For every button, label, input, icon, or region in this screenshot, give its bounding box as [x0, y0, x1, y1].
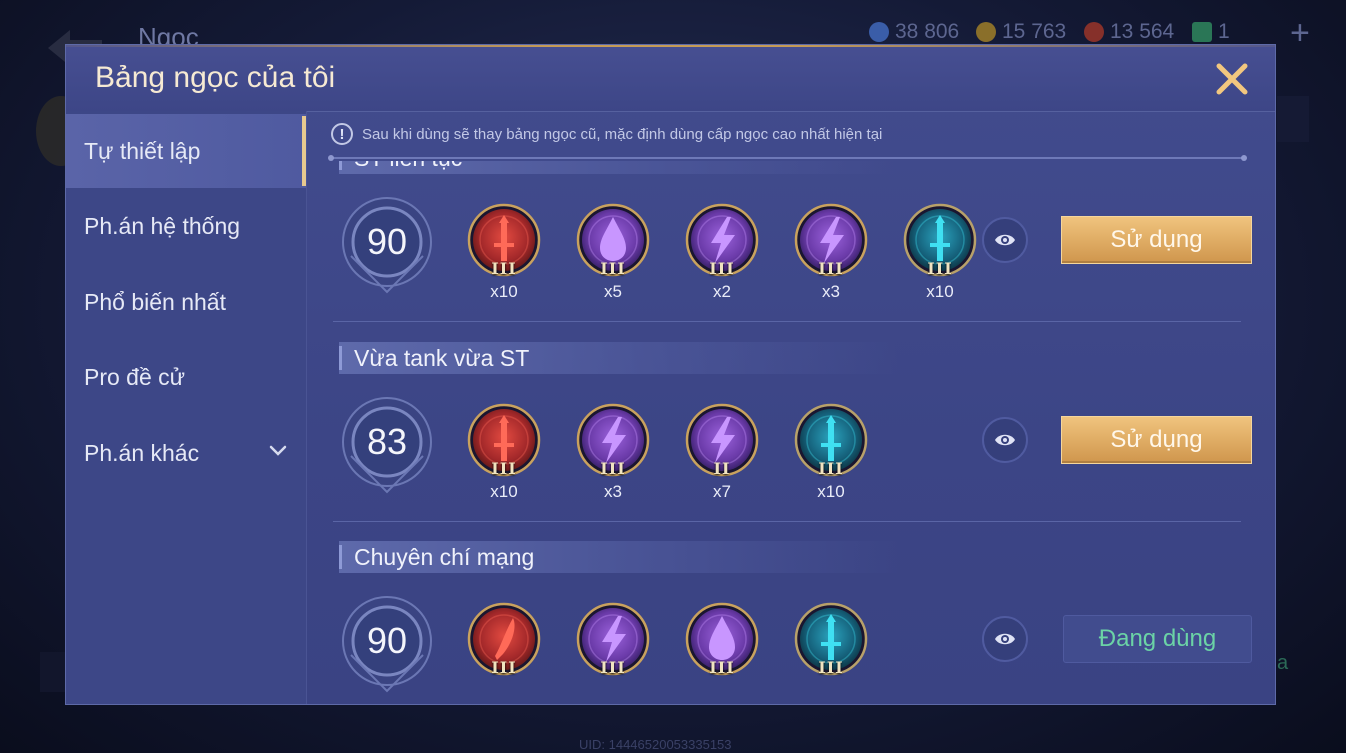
rune-slot: III x2 — [685, 203, 759, 301]
eye-icon — [995, 234, 1015, 246]
rune-tier: III — [600, 658, 626, 677]
rune-slot: III x10 — [794, 403, 868, 501]
rune-page-list[interactable]: ! Sau khi dùng sẽ thay bảng ngọc cũ, mặc… — [307, 111, 1275, 704]
rune-count: x2 — [713, 282, 731, 301]
eye-icon — [995, 633, 1015, 645]
notice-bar: ! Sau khi dùng sẽ thay bảng ngọc cũ, mặc… — [331, 123, 882, 145]
preview-button[interactable] — [982, 616, 1028, 662]
rune-count: x3 — [604, 482, 622, 501]
rune-slot: III — [576, 602, 650, 677]
row-divider — [333, 321, 1241, 322]
preview-button[interactable] — [982, 217, 1028, 263]
rune-slot: II x7 — [685, 403, 759, 501]
close-icon[interactable] — [1214, 61, 1250, 97]
red-gem-icon — [1084, 22, 1104, 42]
rune-slot: III x3 — [576, 403, 650, 501]
sidebar-item-popular[interactable]: Phổ biến nhất — [66, 265, 306, 339]
rune-page-row: Chuyên chí mạng 90 III III III III Đang dùng — [307, 541, 1275, 704]
sidebar-item-other[interactable]: Ph.án khác — [66, 416, 306, 490]
rune-count: x3 — [822, 282, 840, 301]
rune-level-value: 83 — [366, 421, 408, 462]
rune-slot: III x10 — [467, 403, 541, 501]
currency-red-gem: 13 564 — [1084, 20, 1174, 44]
currency-value: 38 806 — [895, 20, 960, 43]
sidebar-item-label: Pro đề cử — [84, 363, 186, 390]
chevron-down-icon — [269, 445, 287, 456]
rune-count: x10 — [926, 282, 954, 301]
rune-slot: III — [685, 602, 759, 677]
gold-coin-icon — [976, 22, 996, 42]
rune-level-badge: 83 — [341, 396, 433, 494]
side-panel-button[interactable] — [1277, 96, 1309, 142]
rune-level-badge: 90 — [341, 196, 433, 294]
rune-count: x7 — [713, 482, 731, 501]
notice-divider — [328, 155, 1247, 161]
sidebar-item-pro[interactable]: Pro đề cử — [66, 340, 306, 414]
use-button[interactable]: Sử dụng — [1061, 416, 1252, 464]
rune-count: x10 — [490, 282, 518, 301]
uid-label: UID: 14446520053335153 — [579, 737, 732, 752]
add-currency-button[interactable]: + — [1290, 14, 1310, 53]
modal-header: Bảng ngọc của tôi — [66, 45, 1275, 112]
rune-page-name: Vừa tank vừa ST — [339, 342, 899, 374]
rune-slot: III x10 — [903, 203, 977, 301]
blue-gem-icon — [869, 22, 889, 42]
rune-slot: III x3 — [794, 203, 868, 301]
notice-text: Sau khi dùng sẽ thay bảng ngọc cũ, mặc đ… — [362, 125, 883, 143]
currency-value: 15 763 — [1002, 20, 1067, 43]
currency-value: 1 — [1218, 20, 1230, 43]
rune-level-value: 90 — [366, 620, 408, 661]
sidebar-item-label: Ph.án khác — [84, 439, 200, 466]
rune-count: x5 — [604, 282, 622, 301]
rune-slot: III x10 — [467, 203, 541, 301]
use-button[interactable]: Sử dụng — [1061, 216, 1252, 264]
rune-tier: III — [818, 658, 844, 677]
rune-level-value: 90 — [366, 221, 408, 262]
rune-tier: III — [600, 459, 626, 478]
rune-page-row: Vừa tank vừa ST 83 III x10 III x3 II x7 III x10 Sử… — [307, 342, 1275, 543]
rune-tier: III — [709, 658, 735, 677]
modal-title: Bảng ngọc của tôi — [95, 61, 336, 94]
currency-value: 13 564 — [1110, 20, 1175, 43]
rune-tier: III — [600, 259, 626, 278]
rune-tier: III — [491, 259, 517, 278]
info-icon: ! — [331, 123, 353, 145]
rune-page-name: Chuyên chí mạng — [339, 541, 899, 573]
sidebar-item-label: Ph.án hệ thống — [84, 212, 241, 239]
currency-gold-coin: 15 763 — [976, 20, 1066, 44]
sidebar-item-custom[interactable]: Tự thiết lập — [66, 114, 306, 188]
left-panel-fragment — [40, 652, 66, 692]
rune-slot: III — [467, 602, 541, 677]
rune-tier: III — [818, 459, 844, 478]
rune-tier: III — [927, 259, 953, 278]
rune-count: x10 — [817, 482, 845, 501]
green-card-icon — [1192, 22, 1212, 42]
rows-container: ST liên tục 90 III x10 III x5 III x2 III x3 III x10… — [307, 161, 1275, 704]
currency-green-card: 1 — [1192, 20, 1230, 44]
rune-level-badge: 90 — [341, 595, 433, 693]
rune-tier: III — [491, 658, 517, 677]
in-use-button[interactable]: Đang dùng — [1063, 615, 1252, 663]
sidebar-item-label: Tự thiết lập — [84, 137, 201, 164]
rune-tier: III — [818, 259, 844, 278]
row-divider — [333, 521, 1241, 522]
rune-page-row: ST liên tục 90 III x10 III x5 III x2 III x3 III x10… — [307, 161, 1275, 343]
rune-count: x10 — [490, 482, 518, 501]
rune-tier: II — [713, 459, 731, 478]
rune-page-modal: Bảng ngọc của tôi Tự thiết lập Ph.án hệ … — [65, 44, 1276, 705]
rune-slot: III x5 — [576, 203, 650, 301]
rune-tier: III — [709, 259, 735, 278]
preview-button[interactable] — [982, 417, 1028, 463]
eye-icon — [995, 434, 1015, 446]
currency-blue-gem: 38 806 — [869, 20, 959, 44]
sidebar: Tự thiết lập Ph.án hệ thống Phổ biến nhấ… — [66, 111, 307, 704]
sidebar-item-label: Phổ biến nhất — [84, 288, 226, 315]
rune-tier: III — [491, 459, 517, 478]
sidebar-item-system[interactable]: Ph.án hệ thống — [66, 189, 306, 263]
rune-slot: III — [794, 602, 868, 677]
right-label-fragment: a — [1277, 652, 1289, 674]
rune-page-name: ST liên tục — [339, 161, 899, 174]
